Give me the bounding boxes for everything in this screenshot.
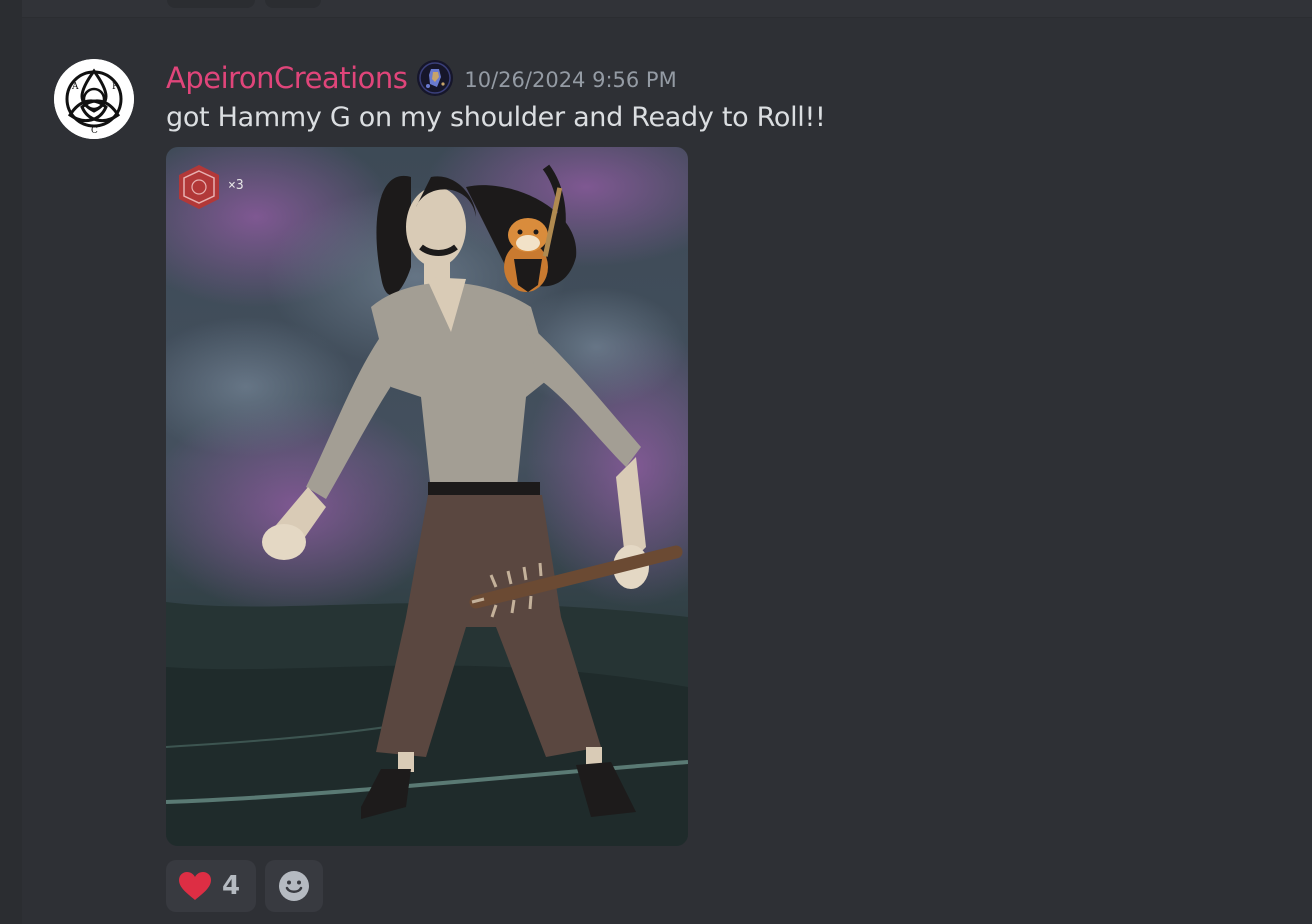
overlay-multiplier-label: ×3 bbox=[228, 178, 244, 193]
previous-message-edge bbox=[22, 0, 1312, 18]
triquetra-logo-icon: A P C bbox=[54, 59, 134, 139]
left-rail bbox=[0, 0, 22, 924]
reaction-count: 4 bbox=[222, 871, 241, 901]
username[interactable]: ApeironCreations bbox=[166, 61, 408, 95]
svg-text:C: C bbox=[91, 126, 98, 136]
add-reaction-icon bbox=[279, 871, 309, 901]
message: A P C ApeironCreations 10/26/2024 9:56 P… bbox=[22, 18, 1312, 924]
previous-reaction[interactable] bbox=[167, 0, 255, 8]
reaction-heart[interactable]: 4 bbox=[166, 860, 256, 912]
reactions-bar: 4 bbox=[166, 860, 323, 912]
server-tag-badge-icon[interactable] bbox=[417, 60, 454, 96]
previous-reaction[interactable] bbox=[265, 0, 321, 8]
message-timestamp[interactable]: 10/26/2024 9:56 PM bbox=[464, 68, 676, 92]
message-header: ApeironCreations 10/26/2024 9:56 PM bbox=[166, 58, 677, 98]
add-reaction-button[interactable] bbox=[265, 860, 323, 912]
avatar[interactable]: A P C bbox=[54, 59, 134, 139]
image-attachment[interactable]: ×3 bbox=[166, 147, 688, 846]
message-content: got Hammy G on my shoulder and Ready to … bbox=[166, 102, 826, 133]
svg-text:A: A bbox=[71, 82, 79, 92]
svg-text:P: P bbox=[112, 82, 118, 92]
character-illustration bbox=[166, 147, 688, 846]
heart-icon bbox=[179, 872, 211, 900]
